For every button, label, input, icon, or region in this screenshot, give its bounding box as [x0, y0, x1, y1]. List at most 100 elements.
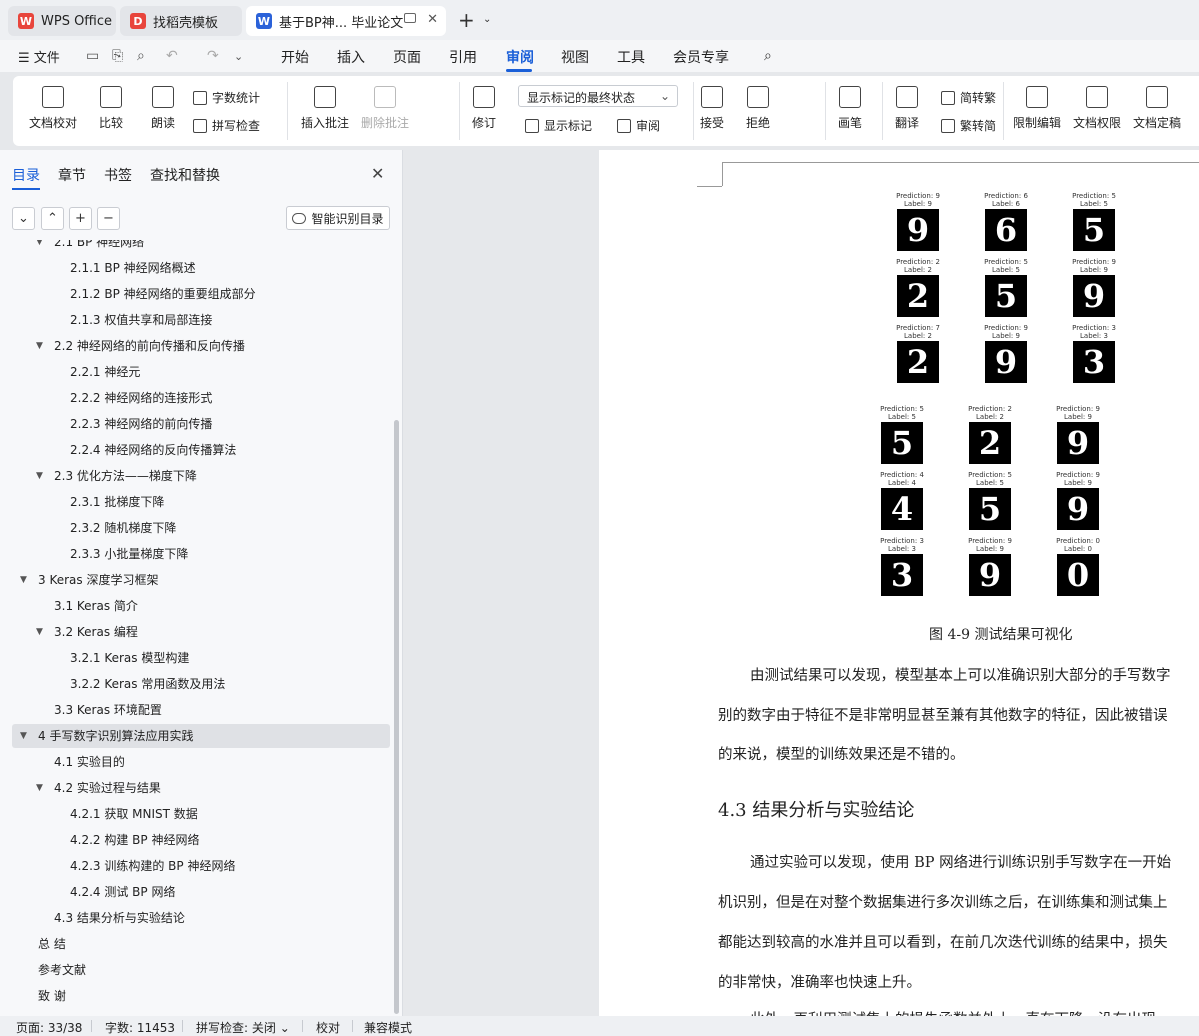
page-indicator[interactable]: 页面: 33/38	[16, 1019, 82, 1036]
show-markup-button[interactable]: 显示标记	[525, 117, 592, 134]
toc-item[interactable]: 2.3.3 小批量梯度下降	[12, 542, 390, 566]
expand-caret-icon[interactable]: ▼	[36, 334, 43, 358]
doc-check-button[interactable]: 文档校对	[29, 86, 77, 131]
print-preview-icon[interactable]: ⌕	[137, 48, 145, 64]
label-text: Label: 3	[1080, 332, 1108, 340]
toc-item[interactable]: 2.2.1 神经元	[12, 360, 390, 384]
to-simplified-button[interactable]: 繁转简	[941, 117, 996, 134]
expand-up-button[interactable]: ⌃	[41, 207, 64, 230]
menu-home[interactable]: 开始	[281, 47, 309, 67]
expand-caret-icon[interactable]: ▼	[36, 620, 43, 644]
chevron-down-icon[interactable]: ⌄	[483, 14, 491, 25]
menu-tools[interactable]: 工具	[617, 47, 645, 67]
expand-caret-icon[interactable]: ▼	[20, 724, 27, 748]
accept-icon	[701, 86, 723, 108]
remove-heading-button[interactable]: −	[97, 207, 120, 230]
menu-member[interactable]: 会员专享	[673, 47, 729, 67]
toc-item[interactable]: 3.2.1 Keras 模型构建	[12, 646, 390, 670]
spell-check-button[interactable]: 拼写检查	[193, 117, 260, 134]
toc-item[interactable]: ▼ 3 Keras 深度学习框架	[12, 568, 390, 592]
toc-item-label: 4.1 实验目的	[54, 755, 125, 769]
insert-comment-button[interactable]: 插入批注	[301, 86, 349, 131]
pen-button[interactable]: 画笔	[838, 86, 862, 131]
toc-item[interactable]: 4.3 结果分析与实验结论	[12, 906, 390, 930]
file-menu[interactable]: ☰ 文件	[18, 47, 60, 66]
tab-toc[interactable]: 目录	[12, 165, 40, 185]
toc-item[interactable]: 2.3.1 批梯度下降	[12, 490, 390, 514]
toc-item[interactable]: 总 结	[12, 932, 390, 956]
display-state-select[interactable]: 显示标记的最终状态 ⌄	[518, 85, 678, 107]
monitor-icon[interactable]	[404, 13, 416, 23]
toc-item[interactable]: 2.2.3 神经网络的前向传播	[12, 412, 390, 436]
toc-item[interactable]: 3.3 Keras 环境配置	[12, 698, 390, 722]
expand-caret-icon[interactable]: ▼	[36, 776, 43, 800]
doc-finalize-button[interactable]: 文档定稿	[1133, 86, 1181, 131]
close-panel-icon[interactable]: ✕	[371, 164, 384, 183]
toc-item[interactable]: 2.1.3 权值共享和局部连接	[12, 308, 390, 332]
toc-item[interactable]: 4.2.4 测试 BP 网络	[12, 880, 390, 904]
menu-references[interactable]: 引用	[449, 47, 477, 67]
toc-item[interactable]: ▼ 4 手写数字识别算法应用实践	[12, 724, 390, 748]
save-icon[interactable]: ▭	[86, 48, 99, 64]
tab-wps-office[interactable]: W WPS Office	[8, 6, 116, 36]
tab-thesis-document[interactable]: W 基于BP神... 毕业论文 ✕	[246, 6, 446, 36]
add-heading-button[interactable]: +	[69, 207, 92, 230]
to-traditional-button[interactable]: 简转繁	[941, 89, 996, 106]
expand-caret-icon[interactable]: ▼	[36, 464, 43, 488]
toc-scrollbar[interactable]	[394, 420, 399, 1014]
spell-check-status[interactable]: 拼写检查: 关闭 ⌄	[196, 1019, 290, 1036]
toc-item[interactable]: ▼ 2.1 BP 神经网络	[12, 240, 390, 254]
toc-item[interactable]: 4.2.3 训练构建的 BP 神经网络	[12, 854, 390, 878]
toc-item[interactable]: 3.1 Keras 简介	[12, 594, 390, 618]
search-icon[interactable]: ⌕	[764, 48, 772, 64]
toc-item[interactable]: 2.2.4 神经网络的反向传播算法	[12, 438, 390, 462]
read-aloud-button[interactable]: 朗读	[151, 86, 175, 131]
toc-item[interactable]: ▼ 2.3 优化方法——梯度下降	[12, 464, 390, 488]
toc-item[interactable]: ▼ 4.2 实验过程与结果	[12, 776, 390, 800]
track-changes-button[interactable]: 修订	[472, 86, 496, 131]
delete-comment-button[interactable]: 删除批注	[361, 86, 409, 131]
tab-chapters[interactable]: 章节	[58, 165, 86, 185]
toc-item[interactable]: 4.2.2 构建 BP 神经网络	[12, 828, 390, 852]
review-pane-button[interactable]: 审阅	[617, 117, 660, 134]
export-icon[interactable]: ⎘	[112, 48, 123, 64]
menu-insert[interactable]: 插入	[337, 47, 365, 67]
toc-item[interactable]: 参考文献	[12, 958, 390, 982]
toc-item[interactable]: ▼ 3.2 Keras 编程	[12, 620, 390, 644]
word-count-button[interactable]: 字数统计	[193, 89, 260, 106]
menu-view[interactable]: 视图	[561, 47, 589, 67]
toc-item[interactable]: 致 谢	[12, 984, 390, 1008]
quick-access-dropdown-icon[interactable]: ⌄	[234, 50, 243, 63]
close-tab-icon[interactable]: ✕	[427, 12, 438, 27]
toc-item[interactable]: 2.2.2 神经网络的连接形式	[12, 386, 390, 410]
collapse-all-button[interactable]: ⌄	[12, 207, 35, 230]
toc-item[interactable]: 4.1 实验目的	[12, 750, 390, 774]
reject-button[interactable]: 拒绝	[746, 86, 770, 131]
menu-page[interactable]: 页面	[393, 47, 421, 67]
doc-permission-button[interactable]: 文档权限	[1073, 86, 1121, 131]
toc-item[interactable]: 2.1.1 BP 神经网络概述	[12, 256, 390, 280]
restrict-edit-button[interactable]: 限制编辑	[1013, 86, 1061, 131]
toc-item[interactable]: 4.2.1 获取 MNIST 数据	[12, 802, 390, 826]
compare-button[interactable]: 比较	[99, 86, 123, 131]
toc-item[interactable]: 2.1.2 BP 神经网络的重要组成部分	[12, 282, 390, 306]
expand-caret-icon[interactable]: ▼	[20, 568, 27, 592]
tab-bookmarks[interactable]: 书签	[104, 165, 132, 185]
menu-review[interactable]: 审阅	[506, 47, 534, 67]
expand-caret-icon[interactable]: ▼	[36, 240, 43, 254]
proofread-status[interactable]: 校对	[316, 1019, 340, 1036]
smart-toc-button[interactable]: 智能识别目录	[286, 206, 390, 230]
tab-find-replace[interactable]: 查找和替换	[150, 165, 220, 185]
toc-item[interactable]: 3.2.2 Keras 常用函数及用法	[12, 672, 390, 696]
new-tab-icon[interactable]: +	[458, 10, 475, 30]
paragraph-line: 由测试结果可以发现，模型基本上可以准确识别大部分的手写数字	[750, 668, 1171, 684]
word-count-status[interactable]: 字数: 11453	[105, 1019, 175, 1036]
accept-button[interactable]: 接受	[700, 86, 724, 131]
toc-item[interactable]: 2.3.2 随机梯度下降	[12, 516, 390, 540]
undo-icon[interactable]: ↶	[166, 48, 178, 64]
digit-image: 5	[969, 488, 1011, 530]
redo-icon[interactable]: ↷	[207, 48, 219, 64]
tab-docer-templates[interactable]: D 找稻壳模板	[120, 6, 242, 36]
toc-item[interactable]: ▼ 2.2 神经网络的前向传播和反向传播	[12, 334, 390, 358]
translate-button[interactable]: 翻译	[895, 86, 919, 131]
